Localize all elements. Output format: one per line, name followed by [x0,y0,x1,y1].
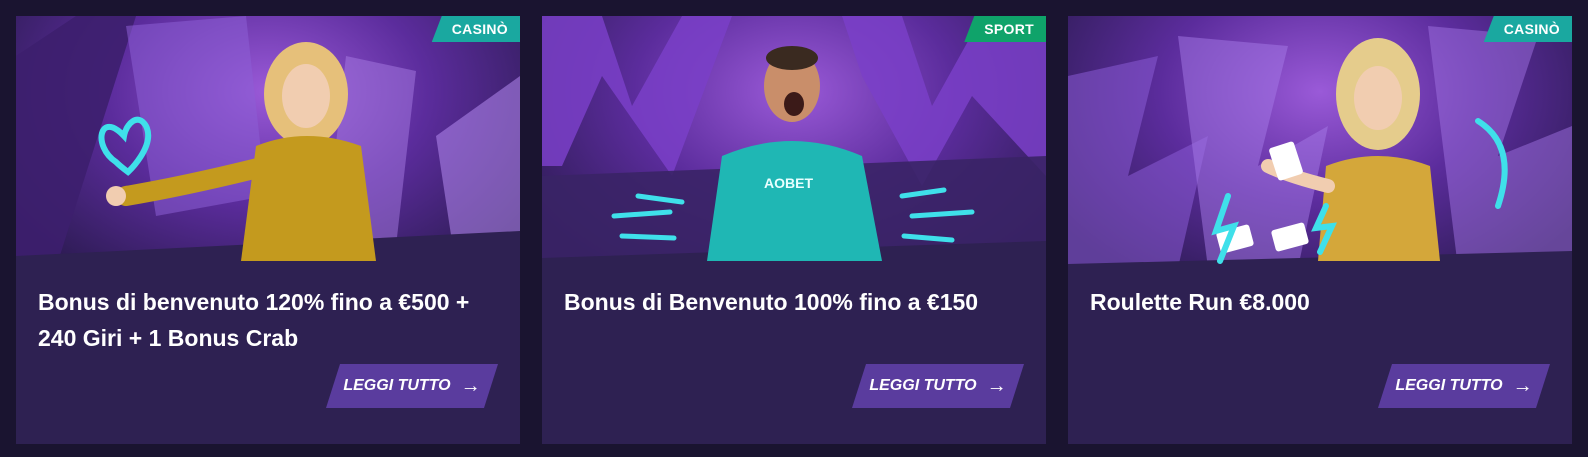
read-more-label: LEGGI TUTTO [343,377,451,394]
promo-card-roulette-run[interactable]: CASINÒ Roulette Run €8.000 LEGGI TUTTO → [1068,16,1572,444]
footballer-illustration: AOBET [542,16,1046,268]
read-more-label: LEGGI TUTTO [869,377,977,394]
read-more-label: LEGGI TUTTO [1395,377,1503,394]
promo-banner-image: CASINÒ [16,16,520,268]
read-more-button[interactable]: LEGGI TUTTO → [1378,364,1550,408]
promo-card-sport-welcome[interactable]: AOBET SPORT Bonus di Benvenuto 100% fino… [542,16,1046,444]
shirt-logo-text: AOBET [764,175,813,191]
read-more-button[interactable]: LEGGI TUTTO → [852,364,1024,408]
promo-card-casino-welcome[interactable]: CASINÒ Bonus di benvenuto 120% fino a €5… [16,16,520,444]
arrow-right-icon: → [460,375,481,397]
casino-dealer-illustration [1068,26,1572,268]
promo-title: Bonus di Benvenuto 100% fino a €150 [564,289,979,315]
promo-banner-image: AOBET SPORT [542,16,1046,268]
category-badge: CASINÒ [431,16,520,42]
promotions-row: CASINÒ Bonus di benvenuto 120% fino a €5… [0,0,1588,457]
promo-banner-image: CASINÒ [1068,16,1572,268]
promo-title: Roulette Run €8.000 [1090,289,1310,315]
read-more-button[interactable]: LEGGI TUTTO → [326,364,498,408]
promo-title: Bonus di benvenuto 120% fino a €500 + 24… [38,289,470,351]
category-badge: SPORT [964,16,1046,42]
casino-hostess-illustration [16,16,520,268]
arrow-right-icon: → [986,375,1007,397]
arrow-right-icon: → [1512,375,1533,397]
category-badge: CASINÒ [1483,16,1572,42]
